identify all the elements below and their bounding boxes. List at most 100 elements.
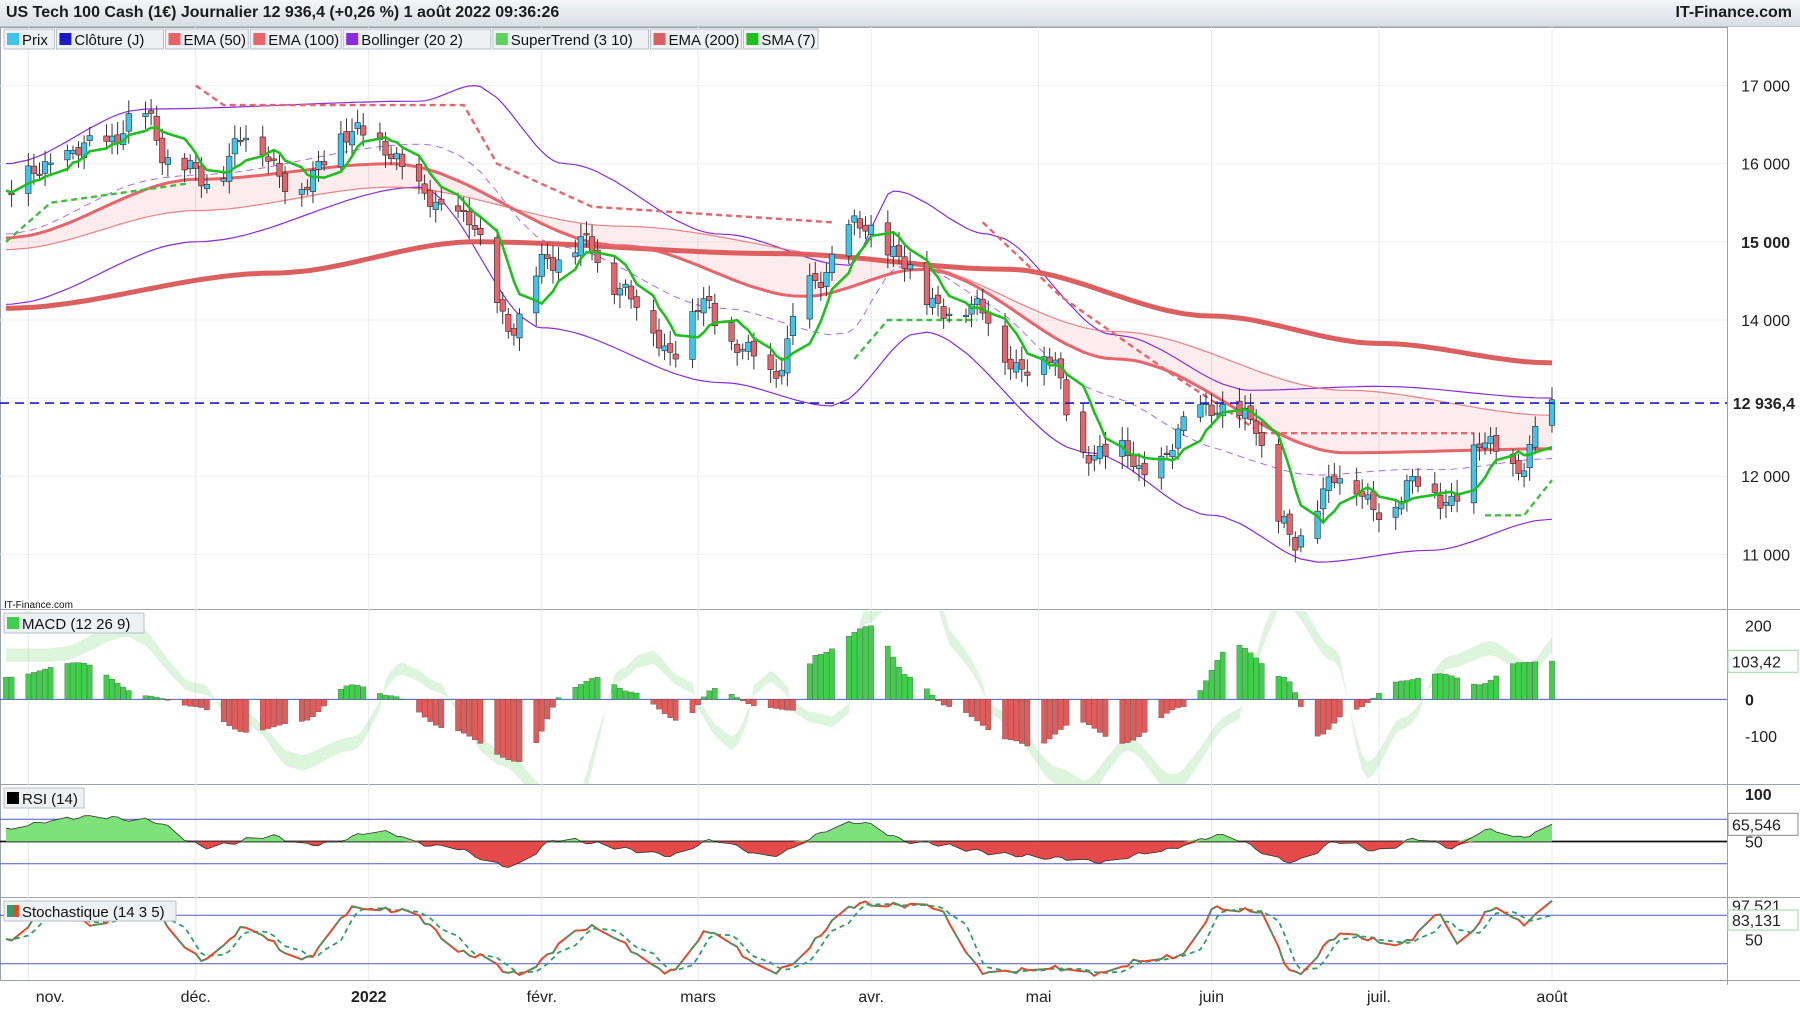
macd-bar — [265, 699, 272, 729]
macd-bar — [544, 699, 551, 720]
candle-body — [309, 170, 317, 192]
macd-bar — [594, 677, 601, 700]
candle-body — [1521, 470, 1528, 477]
candle-body — [544, 254, 551, 260]
stoch-d-line — [5, 903, 1553, 974]
candle-body — [812, 273, 819, 281]
candle-body — [427, 189, 434, 207]
candle-body — [935, 294, 942, 304]
macd-bar — [226, 699, 232, 726]
candle-body — [773, 371, 780, 379]
macd-bar — [656, 699, 662, 710]
macd-bar — [343, 685, 350, 700]
macd-bar — [1024, 699, 1031, 747]
candle-body — [36, 173, 43, 176]
candle-body — [1286, 513, 1293, 535]
macd-bar — [1409, 679, 1416, 700]
candle-body — [1297, 535, 1304, 548]
macd-bar — [1236, 645, 1243, 700]
macd-bar — [806, 663, 813, 700]
candle-body — [1091, 455, 1098, 461]
macd-bar — [1046, 699, 1053, 740]
macd-bar — [466, 699, 472, 737]
macd-legend-swatch — [7, 617, 19, 629]
candle-body — [577, 236, 584, 257]
macd-bar — [968, 699, 975, 717]
rsi-y-tick-label: 50 — [1745, 835, 1763, 852]
macd-bar — [712, 688, 718, 700]
macd-bar — [354, 685, 361, 700]
candle-body — [1001, 325, 1009, 363]
y-tick-label: 11 000 — [1742, 547, 1790, 564]
macd-bar — [1063, 699, 1070, 726]
macd-bar — [1080, 699, 1086, 723]
macd-bar — [433, 699, 439, 726]
macd-bar — [3, 677, 9, 700]
macd-bar — [1197, 690, 1204, 700]
macd-bar — [896, 666, 902, 700]
candle-body — [282, 172, 289, 192]
macd-bar — [1370, 697, 1377, 700]
macd-bar — [399, 698, 406, 700]
macd-bar — [494, 699, 500, 755]
stoch-y-tick-label: 50 — [1745, 933, 1763, 950]
candle-body — [622, 283, 629, 288]
macd-bar — [1398, 680, 1405, 700]
macd-last-value-label: 103,42 — [1732, 654, 1781, 671]
candle-body — [695, 309, 702, 313]
macd-bar — [220, 699, 227, 722]
macd-bar — [31, 672, 37, 700]
candle-body — [907, 264, 914, 270]
candle-body — [343, 131, 350, 143]
macd-y-tick-label: 200 — [1745, 619, 1772, 636]
stoch-legend-swatch-2 — [13, 905, 19, 917]
candle-body — [192, 162, 199, 169]
macd-bar — [1292, 692, 1299, 700]
macd-bar — [1275, 675, 1282, 700]
candle-body — [1493, 435, 1500, 452]
ema-ribbon — [6, 163, 1552, 453]
candle-body — [1320, 488, 1327, 510]
macd-bar — [1515, 662, 1522, 700]
macd-bar — [1158, 699, 1165, 718]
rsi-y-tick-label: 100 — [1745, 787, 1772, 804]
macd-bar — [985, 699, 992, 731]
candle-body — [142, 113, 149, 117]
candle-body — [1135, 465, 1143, 469]
macd-bar — [1019, 699, 1025, 744]
rsi-legend-swatch — [7, 792, 19, 804]
candle-body — [895, 244, 903, 257]
macd-bar — [204, 699, 210, 711]
macd-bar — [159, 698, 166, 700]
candle-body — [817, 281, 824, 288]
candle-body — [1442, 502, 1450, 506]
candle-body — [745, 341, 752, 352]
candle-body — [1476, 443, 1483, 449]
candle-body — [421, 183, 428, 194]
macd-bar — [64, 663, 71, 700]
candle-body — [388, 153, 395, 159]
macd-bar — [1141, 699, 1148, 733]
candle-body — [231, 138, 238, 155]
macd-bar — [1448, 675, 1455, 700]
macd-bar — [109, 678, 115, 700]
candle-body — [1197, 404, 1204, 418]
macd-bar — [1169, 699, 1176, 711]
macd-bar — [779, 699, 785, 710]
candle-body — [1515, 460, 1522, 474]
chart-title: US Tech 100 Cash (1€) Journalier 12 936,… — [6, 4, 560, 21]
candle-body — [181, 157, 188, 171]
macd-bar — [120, 686, 126, 700]
candle-body — [75, 147, 82, 156]
macd-bar — [114, 683, 121, 700]
macd-bar — [382, 694, 389, 700]
macd-bar — [1331, 699, 1338, 724]
macd-bar — [505, 699, 512, 760]
macd-bar — [1119, 699, 1125, 744]
macd-bar — [1242, 648, 1248, 700]
macd-bar — [187, 699, 193, 707]
candle-body — [1470, 444, 1477, 504]
macd-bar — [232, 699, 238, 730]
macd-bar — [1253, 657, 1259, 700]
macd-bar — [823, 651, 830, 700]
